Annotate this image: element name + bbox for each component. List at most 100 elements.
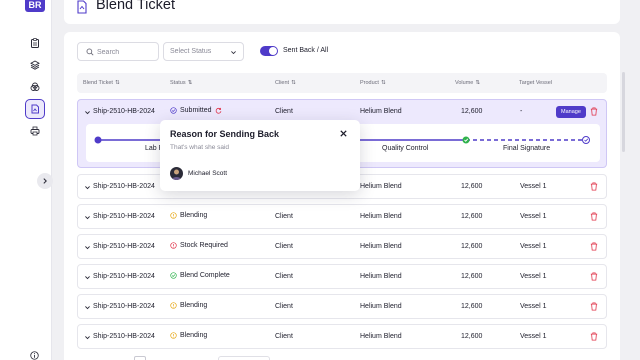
stack-icon[interactable]: [28, 80, 42, 94]
chevron-down-icon[interactable]: [84, 184, 91, 191]
pagination-control[interactable]: [218, 356, 270, 360]
trash-icon[interactable]: [590, 272, 598, 281]
popover-user-name: Michael Scott: [188, 170, 228, 177]
volume-cell: 12,600: [461, 108, 483, 115]
trash-icon[interactable]: [590, 212, 598, 221]
chevron-down-icon[interactable]: [84, 304, 91, 311]
volume-cell: 12,600: [461, 273, 483, 280]
vessel-cell: Vessel 1: [520, 213, 547, 220]
client-cell: Client: [275, 333, 293, 340]
blend-ticket-cell: Ship-2510-HB-2024: [93, 303, 155, 310]
sidebar: BR: [0, 0, 53, 360]
status-text: Blend Complete: [180, 272, 230, 279]
status-text: Stock Required: [180, 242, 228, 249]
volume-cell: 12,600: [461, 333, 483, 340]
vessel-cell: Vessel 1: [520, 333, 547, 340]
table-header: Blend Ticket ⇅ Status ⇅ Client ⇅ Product ⇅ V…: [77, 73, 607, 93]
volume-cell: 12,600: [461, 213, 483, 220]
vessel-cell: -: [520, 108, 523, 115]
volume-cell: 12,600: [461, 303, 483, 310]
column-header[interactable]: Status ⇅: [170, 80, 192, 86]
chevron-down-icon[interactable]: [84, 274, 91, 281]
info-icon[interactable]: [30, 351, 39, 360]
chevron-down-icon[interactable]: [84, 334, 91, 341]
vessel-cell: Vessel 1: [520, 273, 547, 280]
avatar: [170, 167, 183, 180]
volume-cell: 12,600: [461, 243, 483, 250]
expand-sidebar-button[interactable]: [37, 173, 53, 189]
status-cell: Blending: [170, 332, 207, 339]
app-logo[interactable]: BR: [25, 0, 45, 12]
sent-back-toggle[interactable]: [260, 46, 278, 56]
table-row[interactable]: Ship-2510-HB-2024 Blend Complete Client …: [77, 264, 607, 289]
blend-ticket-cell: Ship-2510-HB-2024: [93, 243, 155, 250]
column-header[interactable]: Blend Ticket ⇅: [83, 80, 120, 86]
table-row[interactable]: Ship-2510-HB-2024 Stock Required Client …: [77, 234, 607, 259]
layers-icon[interactable]: [28, 58, 42, 72]
step-label: Final Signature: [503, 145, 551, 152]
blend-ticket-cell: Ship-2510-HB-2024: [93, 183, 155, 190]
table-row[interactable]: Ship-2510-HB-2024 Blending Client Helium…: [77, 324, 607, 349]
status-cell: Stock Required: [170, 242, 228, 249]
table-row[interactable]: Ship-2510-HB-2024 Blending Client Helium…: [77, 204, 607, 229]
status-cell: Blend Complete: [170, 272, 230, 279]
page-size-box[interactable]: [134, 356, 146, 360]
product-cell: Helium Blend: [360, 213, 402, 220]
volume-cell: 12,600: [461, 183, 483, 190]
trash-icon[interactable]: [590, 302, 598, 311]
sent-back-icon[interactable]: [215, 107, 222, 114]
sent-back-reason-popover: Reason for Sending Back That's what she …: [160, 120, 360, 191]
toggle-label: Sent Back / All: [283, 47, 329, 54]
column-header: Target Vessel: [519, 80, 553, 86]
stock-required-status-icon: [170, 242, 177, 249]
status-cell: Blending: [170, 212, 207, 219]
close-icon[interactable]: [339, 129, 348, 138]
product-cell: Helium Blend: [360, 108, 402, 115]
submitted-status-icon: [170, 107, 177, 114]
product-cell: Helium Blend: [360, 273, 402, 280]
chevron-down-icon[interactable]: [84, 214, 91, 221]
status-text: Blending: [180, 212, 208, 219]
blend-complete-status-icon: [170, 272, 177, 279]
status-text: Blending: [180, 302, 208, 309]
column-header[interactable]: Client ⇅: [275, 80, 296, 86]
status-select[interactable]: Select Status: [163, 42, 244, 61]
product-cell: Helium Blend: [360, 303, 402, 310]
page-title: Blend Ticket: [96, 0, 175, 13]
trash-icon[interactable]: [590, 182, 598, 191]
clipboard-icon[interactable]: [28, 36, 42, 50]
popover-title: Reason for Sending Back: [170, 129, 280, 139]
client-cell: Client: [275, 213, 293, 220]
chevron-down-icon[interactable]: [84, 109, 91, 116]
table-row[interactable]: Ship-2510-HB-2024 Blending Client Helium…: [77, 294, 607, 319]
status-text: Submitted: [180, 107, 212, 114]
blend-ticket-cell: Ship-2510-HB-2024: [93, 273, 155, 280]
step-label: Quality Control: [382, 145, 429, 152]
blend-document-icon: [77, 0, 87, 14]
column-header[interactable]: Product ⇅: [360, 80, 386, 86]
trash-icon[interactable]: [590, 107, 598, 116]
status-select-placeholder: Select Status: [170, 48, 212, 55]
status-cell: Blending: [170, 302, 207, 309]
search-box[interactable]: [77, 42, 159, 61]
blend-ticket-cell: Ship-2510-HB-2024: [93, 108, 155, 115]
search-input[interactable]: [97, 46, 155, 58]
toggle-knob: [269, 47, 277, 55]
blend-document-icon[interactable]: [25, 99, 45, 119]
trash-icon[interactable]: [590, 332, 598, 341]
blend-ticket-cell: Ship-2510-HB-2024: [93, 333, 155, 340]
printer-icon[interactable]: [28, 124, 42, 138]
vessel-cell: Vessel 1: [520, 303, 547, 310]
product-cell: Helium Blend: [360, 243, 402, 250]
product-cell: Helium Blend: [360, 183, 402, 190]
client-cell: Client: [275, 303, 293, 310]
column-header[interactable]: Volume ⇅: [455, 80, 480, 86]
blending-status-icon: [170, 212, 177, 219]
popover-message: That's what she said: [170, 144, 230, 151]
trash-icon[interactable]: [590, 242, 598, 251]
scrollbar[interactable]: [622, 72, 625, 152]
chevron-down-icon[interactable]: [84, 244, 91, 251]
chevron-down-icon: [231, 51, 236, 55]
client-cell: Client: [275, 273, 293, 280]
manage-button[interactable]: Manage: [556, 106, 586, 118]
